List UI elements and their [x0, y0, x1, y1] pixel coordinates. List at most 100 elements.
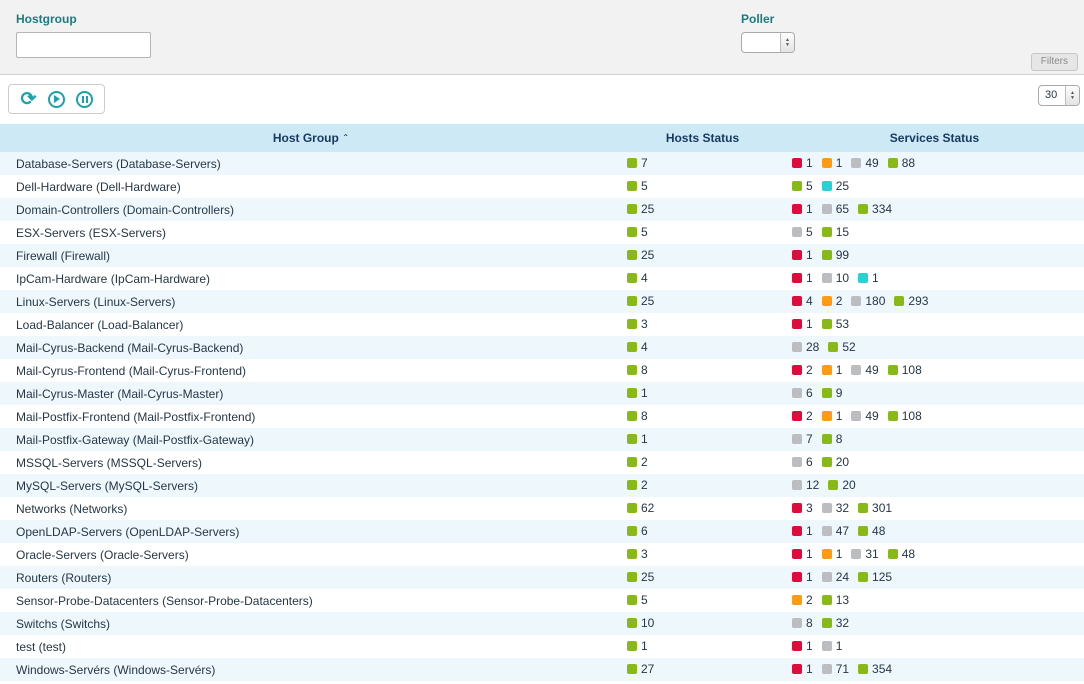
hostgroup-name-link[interactable]: Dell-Hardware (Dell-Hardware)	[16, 180, 181, 194]
status-badge-ok: 5	[792, 179, 813, 193]
table-row: Windows-Servérs (Windows-Servérs)2717135…	[0, 658, 1084, 681]
unknown-square-icon	[822, 204, 832, 214]
warning-square-icon	[822, 158, 832, 168]
status-badge-warning: 1	[822, 547, 843, 561]
status-badge-ok: 27	[627, 662, 654, 676]
status-badge-critical: 2	[792, 363, 813, 377]
status-count: 1	[806, 317, 813, 331]
filters-toggle-button[interactable]: Filters	[1031, 53, 1078, 71]
hostgroup-name-link[interactable]: Load-Balancer (Load-Balancer)	[16, 318, 183, 332]
hostgroup-name-link[interactable]: OpenLDAP-Servers (OpenLDAP-Servers)	[16, 525, 239, 539]
status-badge-critical: 1	[792, 570, 813, 584]
pause-button[interactable]	[75, 90, 94, 109]
status-count: 1	[872, 271, 879, 285]
status-badge-warning: 1	[822, 363, 843, 377]
status-badge-warning: 2	[822, 294, 843, 308]
unknown-square-icon	[851, 411, 861, 421]
status-badge-ok: 88	[888, 156, 915, 170]
status-badge-ok: 334	[858, 202, 892, 216]
critical-square-icon	[792, 549, 802, 559]
status-count: 7	[806, 432, 813, 446]
hostgroup-name-link[interactable]: Oracle-Servers (Oracle-Servers)	[16, 548, 189, 562]
hostgroup-name-link[interactable]: Domain-Controllers (Domain-Controllers)	[16, 203, 234, 217]
status-badge-ok: 25	[627, 570, 654, 584]
status-badge-ok: 3	[627, 547, 648, 561]
play-button[interactable]	[47, 90, 66, 109]
status-badge-ok: 8	[822, 432, 843, 446]
ok-square-icon	[627, 434, 637, 444]
select-arrows-icon: ▲▼	[780, 33, 794, 52]
status-badge-unknown: 12	[792, 478, 819, 492]
hostgroup-name-link[interactable]: Mail-Postfix-Frontend (Mail-Postfix-Fron…	[16, 410, 255, 424]
hostgroup-name-link[interactable]: Routers (Routers)	[16, 571, 111, 585]
hostgroup-name-link[interactable]: MSSQL-Servers (MSSQL-Servers)	[16, 456, 202, 470]
ok-square-icon	[858, 664, 868, 674]
status-badge-ok: 20	[828, 478, 855, 492]
status-count: 1	[836, 547, 843, 561]
status-badge-ok: 52	[828, 340, 855, 354]
hostgroup-name-link[interactable]: Database-Servers (Database-Servers)	[16, 157, 221, 171]
hostgroup-name-link[interactable]: ESX-Servers (ESX-Servers)	[16, 226, 166, 240]
hostgroup-name-link[interactable]: Switchs (Switchs)	[16, 617, 110, 631]
ok-square-icon	[792, 181, 802, 191]
ok-square-icon	[627, 204, 637, 214]
poller-select[interactable]: ▲▼	[741, 32, 795, 53]
hostgroup-name-link[interactable]: Windows-Servérs (Windows-Servérs)	[16, 663, 215, 677]
ok-square-icon	[822, 595, 832, 605]
hostgroup-filter: Hostgroup	[16, 12, 151, 58]
ok-square-icon	[822, 250, 832, 260]
status-count: 1	[806, 271, 813, 285]
status-badge-ok: 5	[627, 593, 648, 607]
ok-square-icon	[627, 296, 637, 306]
status-badge-ok: 6	[627, 524, 648, 538]
pause-icon	[76, 91, 93, 108]
status-badge-pending: 25	[822, 179, 849, 193]
status-count: 10	[836, 271, 849, 285]
ok-square-icon	[822, 434, 832, 444]
hostgroup-name-link[interactable]: Firewall (Firewall)	[16, 249, 110, 263]
hostgroup-name-link[interactable]: Mail-Cyrus-Backend (Mail-Cyrus-Backend)	[16, 341, 243, 355]
status-badge-warning: 2	[792, 593, 813, 607]
hostgroup-name-link[interactable]: Networks (Networks)	[16, 502, 127, 516]
hostgroup-name-link[interactable]: IpCam-Hardware (IpCam-Hardware)	[16, 272, 210, 286]
hostgroups-table: Host Groupˆ Hosts Status Services Status…	[0, 124, 1084, 681]
column-header-services-status[interactable]: Services Status	[785, 124, 1084, 152]
status-count: 31	[865, 547, 878, 561]
status-badge-unknown: 49	[851, 409, 878, 423]
status-badge-ok: 13	[822, 593, 849, 607]
column-header-host-group[interactable]: Host Groupˆ	[0, 124, 620, 152]
column-header-hosts-status[interactable]: Hosts Status	[620, 124, 785, 152]
table-row: Mail-Postfix-Frontend (Mail-Postfix-Fron…	[0, 405, 1084, 428]
status-count: 5	[806, 225, 813, 239]
status-badge-unknown: 49	[851, 156, 878, 170]
hostgroup-name-link[interactable]: Mail-Cyrus-Frontend (Mail-Cyrus-Frontend…	[16, 364, 246, 378]
status-badge-unknown: 180	[851, 294, 885, 308]
status-count: 2	[836, 294, 843, 308]
unknown-square-icon	[822, 641, 832, 651]
ok-square-icon	[627, 158, 637, 168]
ok-square-icon	[822, 388, 832, 398]
hostgroup-name-link[interactable]: Linux-Servers (Linux-Servers)	[16, 295, 175, 309]
status-count: 8	[641, 409, 648, 423]
hostgroup-input[interactable]	[16, 32, 151, 58]
status-count: 1	[806, 662, 813, 676]
status-count: 62	[641, 501, 654, 515]
status-count: 25	[641, 202, 654, 216]
status-count: 13	[836, 593, 849, 607]
status-count: 9	[836, 386, 843, 400]
hostgroup-name-link[interactable]: MySQL-Servers (MySQL-Servers)	[16, 479, 198, 493]
table-row: Oracle-Servers (Oracle-Servers)3113148	[0, 543, 1084, 566]
status-count: 5	[641, 225, 648, 239]
hostgroup-name-link[interactable]: test (test)	[16, 640, 66, 654]
refresh-button[interactable]: ⟳	[19, 90, 38, 109]
status-count: 27	[641, 662, 654, 676]
hostgroup-name-link[interactable]: Mail-Postfix-Gateway (Mail-Postfix-Gatew…	[16, 433, 254, 447]
hostgroup-name-link[interactable]: Mail-Cyrus-Master (Mail-Cyrus-Master)	[16, 387, 223, 401]
hostgroup-name-link[interactable]: Sensor-Probe-Datacenters (Sensor-Probe-D…	[16, 594, 313, 608]
status-count: 1	[806, 570, 813, 584]
ok-square-icon	[627, 181, 637, 191]
status-badge-ok: 293	[894, 294, 928, 308]
status-badge-ok: 8	[627, 363, 648, 377]
page-size-select[interactable]: 30 ▲▼	[1038, 85, 1080, 106]
status-badge-unknown: 31	[851, 547, 878, 561]
